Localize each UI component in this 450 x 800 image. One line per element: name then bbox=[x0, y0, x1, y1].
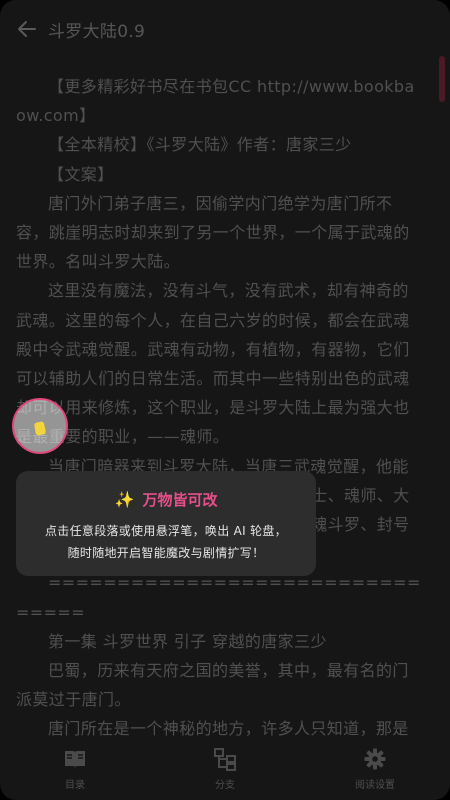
paragraph[interactable]: 唐门外门弟子唐三，因偷学内门绝学为唐门所不容，跳崖明志时却来到了另一个世界，一个… bbox=[16, 189, 422, 277]
back-button[interactable] bbox=[12, 14, 42, 44]
tab-label: 分支 bbox=[215, 780, 235, 791]
tooltip-line: 点击任意段落或使用悬浮笔，唤出 AI 轮盘， bbox=[45, 524, 287, 538]
reader-bottom-bar: 目录 分支 阅读设置 bbox=[0, 738, 450, 800]
book-title: 斗罗大陆0.9 bbox=[48, 21, 146, 42]
paragraph[interactable]: 巴蜀，历来有天府之国的美誉，其中，最有名的门派莫过于唐门。 bbox=[16, 656, 422, 714]
feature-guide-tooltip: ✨ 万物皆可改 点击任意段落或使用悬浮笔，唤出 AI 轮盘， 随时随地开启智能魔… bbox=[16, 471, 316, 576]
tooltip-title-row: ✨ 万物皆可改 bbox=[16, 489, 316, 510]
paragraph[interactable]: 【更多精彩好书尽在书包CC http://www.bookbaow.com】 bbox=[16, 72, 422, 130]
chapter-content[interactable]: 【更多精彩好书尽在书包CC http://www.bookbaow.com】 【… bbox=[16, 72, 422, 740]
guide-highlight-circle[interactable] bbox=[12, 398, 68, 454]
reader-screen: 斗罗大陆0.9 【更多精彩好书尽在书包CC http://www.bookbao… bbox=[0, 0, 450, 800]
paragraph[interactable]: 这里没有魔法，没有斗气，没有武术，却有神奇的武魂。这里的每个人，在自己六岁的时候… bbox=[16, 276, 422, 451]
tab-label: 目录 bbox=[65, 780, 85, 791]
gear-icon bbox=[363, 747, 387, 771]
tooltip-description: 点击任意段落或使用悬浮笔，唤出 AI 轮盘， 随时随地开启智能魔改与剧情扩写！ bbox=[16, 520, 316, 564]
tab-reading-settings[interactable]: 阅读设置 bbox=[300, 747, 450, 791]
paragraph[interactable]: 唐门所在是一个神秘的地方，许多人只知道，那是一个半山腰，而唐门所在这座山的山顶有… bbox=[16, 714, 422, 740]
paragraph[interactable]: 第一集 斗罗世界 引子 穿越的唐家三少 bbox=[16, 627, 422, 656]
arrow-left-icon bbox=[18, 21, 36, 37]
scrollbar-thumb[interactable] bbox=[439, 56, 445, 102]
tooltip-line: 随时随地开启智能魔改与剧情扩写！ bbox=[67, 546, 265, 560]
branch-icon bbox=[213, 747, 237, 771]
floating-pen-icon bbox=[33, 421, 47, 436]
book-icon bbox=[63, 747, 87, 771]
paragraph[interactable]: 【全本精校】《斗罗大陆》作者：唐家三少 bbox=[16, 130, 422, 159]
tab-label: 阅读设置 bbox=[355, 780, 395, 791]
paragraph[interactable]: 【文案】 bbox=[16, 160, 422, 189]
reader-header: 斗罗大陆0.9 bbox=[0, 0, 450, 58]
tooltip-title: 万物皆可改 bbox=[142, 491, 218, 509]
tab-contents[interactable]: 目录 bbox=[0, 747, 150, 791]
paragraph[interactable]: ================================ bbox=[16, 568, 422, 626]
tab-branch[interactable]: 分支 bbox=[150, 747, 300, 791]
sparkle-icon: ✨ bbox=[114, 490, 135, 509]
